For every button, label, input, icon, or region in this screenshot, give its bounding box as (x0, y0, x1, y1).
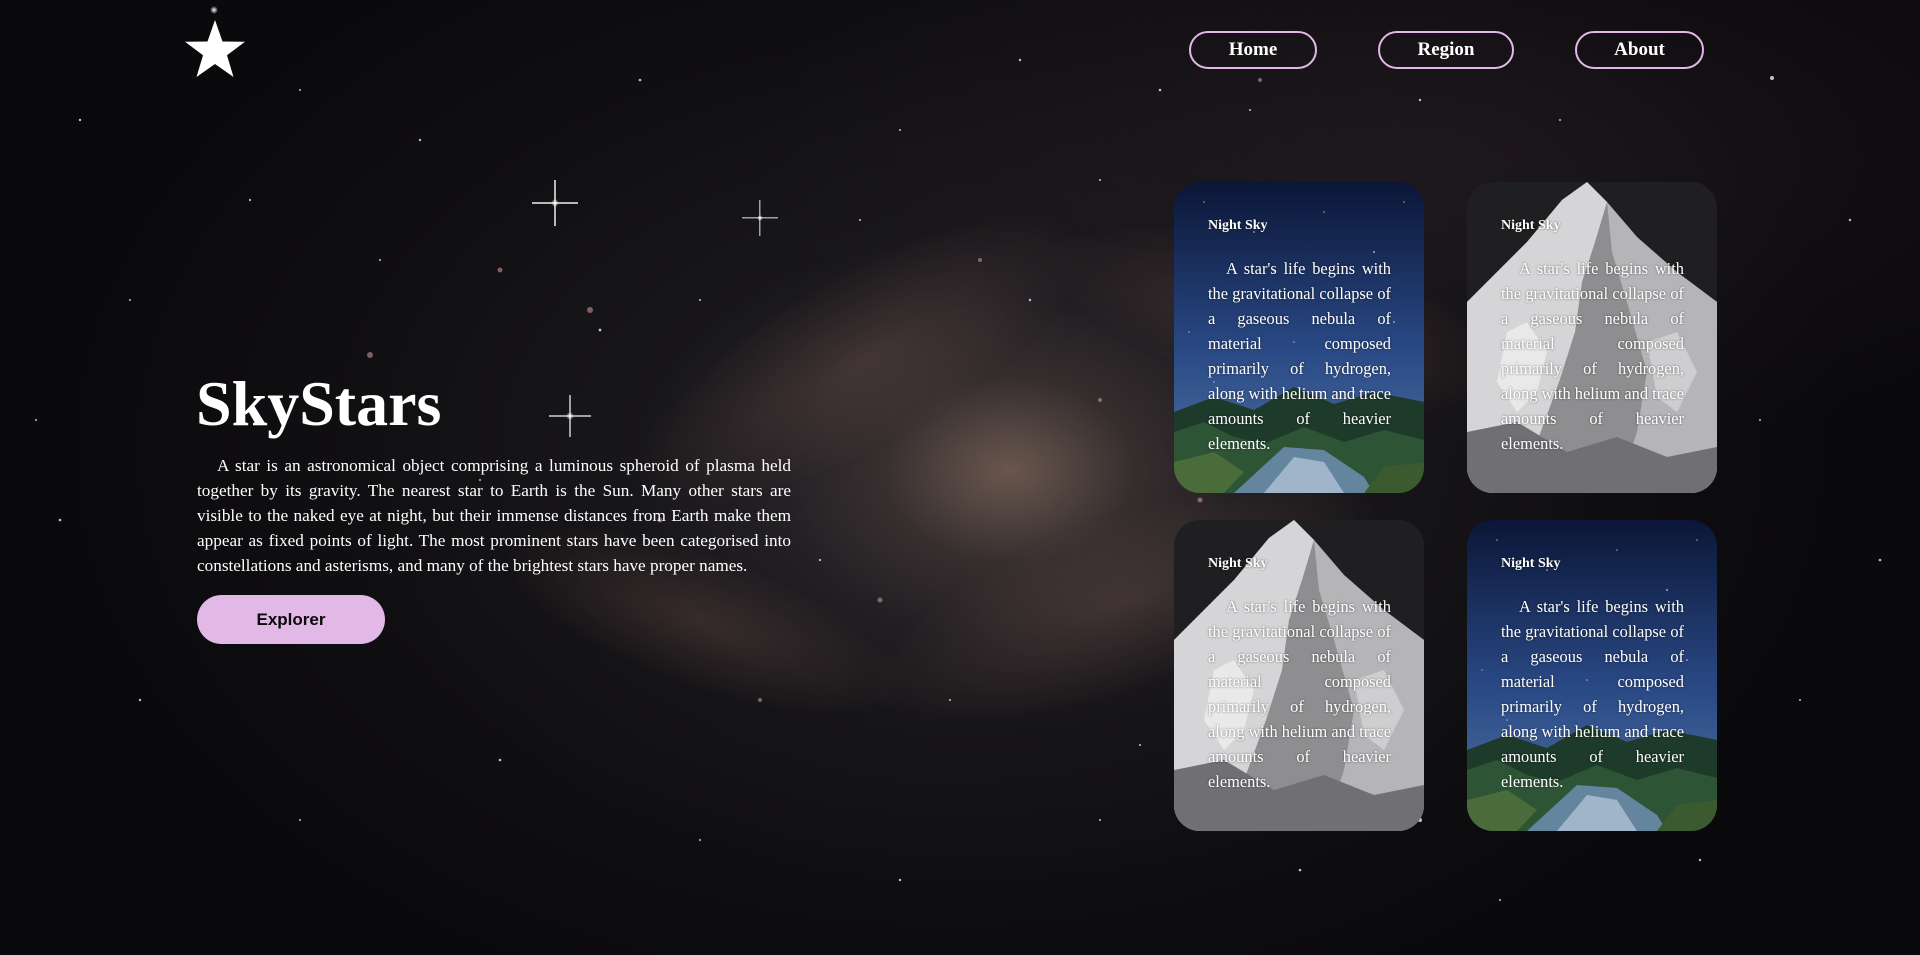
hero-title: SkyStars (196, 368, 442, 439)
page: Home Region About SkyStars A star is an … (0, 0, 1920, 955)
explorer-button[interactable]: Explorer (197, 595, 385, 644)
nav-home-button[interactable]: Home (1189, 31, 1317, 69)
card-night-sky[interactable]: Night Sky A star's life begins with the … (1174, 182, 1424, 493)
card-text: A star's life begins with the gravitatio… (1208, 259, 1391, 453)
card-title: Night Sky (1501, 218, 1561, 233)
card-night-sky[interactable]: Night Sky A star's life begins with the … (1174, 520, 1424, 831)
star-icon[interactable] (182, 18, 248, 80)
nav-region-button[interactable]: Region (1378, 31, 1514, 69)
card-text: A star's life begins with the gravitatio… (1208, 597, 1391, 791)
hero-description: A star is an astronomical object compris… (197, 456, 791, 575)
card-text: A star's life begins with the gravitatio… (1501, 259, 1684, 453)
card-title: Night Sky (1208, 218, 1268, 233)
card-title: Night Sky (1208, 556, 1268, 571)
card-text: A star's life begins with the gravitatio… (1501, 597, 1684, 791)
nav-about-button[interactable]: About (1575, 31, 1704, 69)
card-night-sky[interactable]: Night Sky A star's life begins with the … (1467, 182, 1717, 493)
card-night-sky[interactable]: Night Sky A star's life begins with the … (1467, 520, 1717, 831)
card-title: Night Sky (1501, 556, 1561, 571)
